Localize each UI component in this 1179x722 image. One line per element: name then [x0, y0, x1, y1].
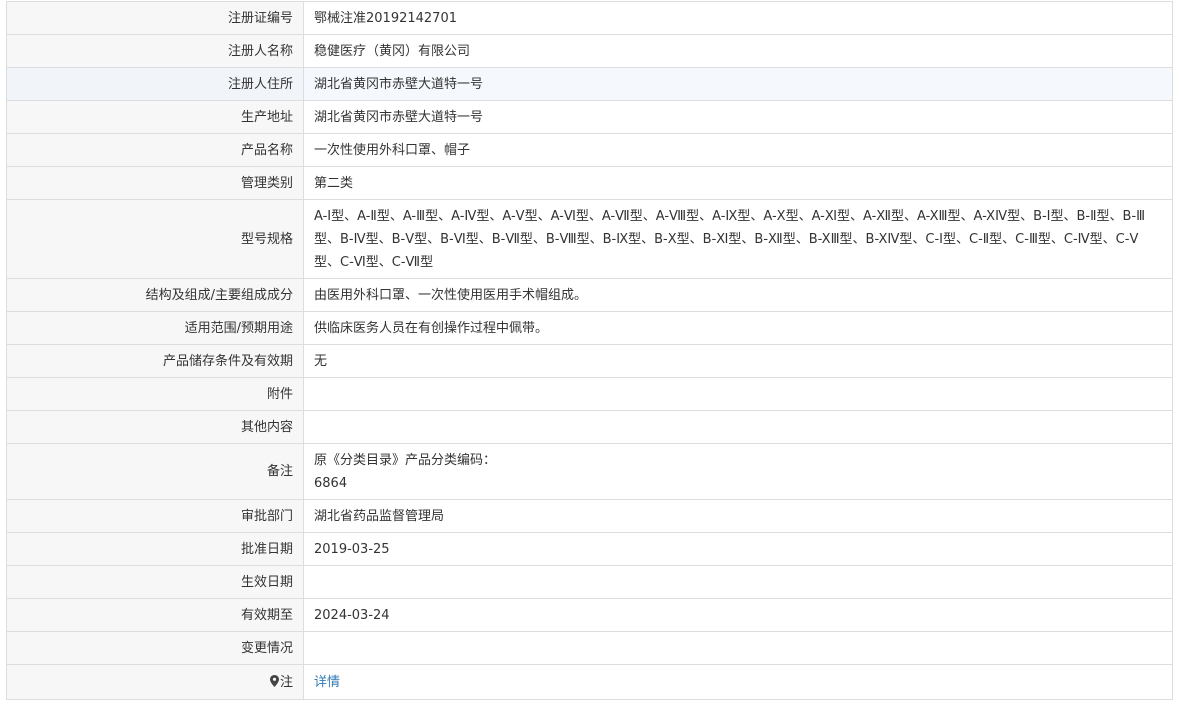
row-structure-composition: 结构及组成/主要组成成分 由医用外科口罩、一次性使用医用手术帽组成。 [6, 278, 1173, 312]
row-attachment: 附件 [6, 377, 1173, 411]
row-note: 注 详情 [6, 664, 1173, 700]
value-approval-department: 湖北省药品监督管理局 [303, 499, 1173, 533]
label-approval-department: 审批部门 [6, 499, 304, 533]
row-registration-number: 注册证编号 鄂械注准20192142701 [6, 1, 1173, 35]
value-other-content [303, 410, 1173, 444]
value-production-address: 湖北省黄冈市赤壁大道特一号 [303, 100, 1173, 134]
row-registrant-name: 注册人名称 稳健医疗（黄冈）有限公司 [6, 34, 1173, 68]
label-note-cell: 注 [6, 664, 304, 700]
value-management-category: 第二类 [303, 166, 1173, 200]
value-structure-composition: 由医用外科口罩、一次性使用医用手术帽组成。 [303, 278, 1173, 312]
label-storage-validity: 产品储存条件及有效期 [6, 344, 304, 378]
row-production-address: 生产地址 湖北省黄冈市赤壁大道特一号 [6, 100, 1173, 134]
row-intended-use: 适用范围/预期用途 供临床医务人员在有创操作过程中佩带。 [6, 311, 1173, 345]
row-registrant-address: 注册人住所 湖北省黄冈市赤壁大道特一号 [6, 67, 1173, 101]
value-change-status [303, 631, 1173, 665]
label-production-address: 生产地址 [6, 100, 304, 134]
label-change-status: 变更情况 [6, 631, 304, 665]
value-registrant-name: 稳健医疗（黄冈）有限公司 [303, 34, 1173, 68]
value-remark: 原《分类目录》产品分类编码： 6864 [303, 443, 1173, 500]
label-registrant-name: 注册人名称 [6, 34, 304, 68]
label-model-spec: 型号规格 [6, 199, 304, 279]
details-link[interactable]: 详情 [314, 675, 340, 690]
label-management-category: 管理类别 [6, 166, 304, 200]
label-structure-composition: 结构及组成/主要组成成分 [6, 278, 304, 312]
label-registrant-address: 注册人住所 [6, 67, 304, 101]
row-product-name: 产品名称 一次性使用外科口罩、帽子 [6, 133, 1173, 167]
row-effective-date: 生效日期 [6, 565, 1173, 599]
row-change-status: 变更情况 [6, 631, 1173, 665]
row-other-content: 其他内容 [6, 410, 1173, 444]
value-storage-validity: 无 [303, 344, 1173, 378]
row-model-spec: 型号规格 A-Ⅰ型、A-Ⅱ型、A-Ⅲ型、A-Ⅳ型、A-Ⅴ型、A-Ⅵ型、A-Ⅶ型、… [6, 199, 1173, 279]
value-registration-number: 鄂械注准20192142701 [303, 1, 1173, 35]
value-effective-date [303, 565, 1173, 599]
map-pin-icon [269, 674, 279, 687]
row-management-category: 管理类别 第二类 [6, 166, 1173, 200]
row-approval-date: 批准日期 2019-03-25 [6, 532, 1173, 566]
label-other-content: 其他内容 [6, 410, 304, 444]
label-effective-date: 生效日期 [6, 565, 304, 599]
label-expiry-date: 有效期至 [6, 598, 304, 632]
value-intended-use: 供临床医务人员在有创操作过程中佩带。 [303, 311, 1173, 345]
value-registrant-address: 湖北省黄冈市赤壁大道特一号 [303, 67, 1173, 101]
row-remark: 备注 原《分类目录》产品分类编码： 6864 [6, 443, 1173, 500]
label-intended-use: 适用范围/预期用途 [6, 311, 304, 345]
remark-line-code: 6864 [314, 475, 348, 491]
value-product-name: 一次性使用外科口罩、帽子 [303, 133, 1173, 167]
label-registration-number: 注册证编号 [6, 1, 304, 35]
value-attachment [303, 377, 1173, 411]
label-attachment: 附件 [6, 377, 304, 411]
device-registration-detail-table: 注册证编号 鄂械注准20192142701 注册人名称 稳健医疗（黄冈）有限公司… [6, 1, 1173, 700]
label-approval-date: 批准日期 [6, 532, 304, 566]
label-remark: 备注 [6, 443, 304, 500]
label-note: 注 [279, 674, 293, 690]
value-model-spec: A-Ⅰ型、A-Ⅱ型、A-Ⅲ型、A-Ⅳ型、A-Ⅴ型、A-Ⅵ型、A-Ⅶ型、A-Ⅷ型、… [314, 208, 1146, 270]
value-expiry-date: 2024-03-24 [303, 598, 1173, 632]
row-storage-validity: 产品储存条件及有效期 无 [6, 344, 1173, 378]
row-approval-department: 审批部门 湖北省药品监督管理局 [6, 499, 1173, 533]
value-approval-date: 2019-03-25 [303, 532, 1173, 566]
label-product-name: 产品名称 [6, 133, 304, 167]
remark-line-classification: 原《分类目录》产品分类编码： [314, 452, 497, 468]
row-expiry-date: 有效期至 2024-03-24 [6, 598, 1173, 632]
